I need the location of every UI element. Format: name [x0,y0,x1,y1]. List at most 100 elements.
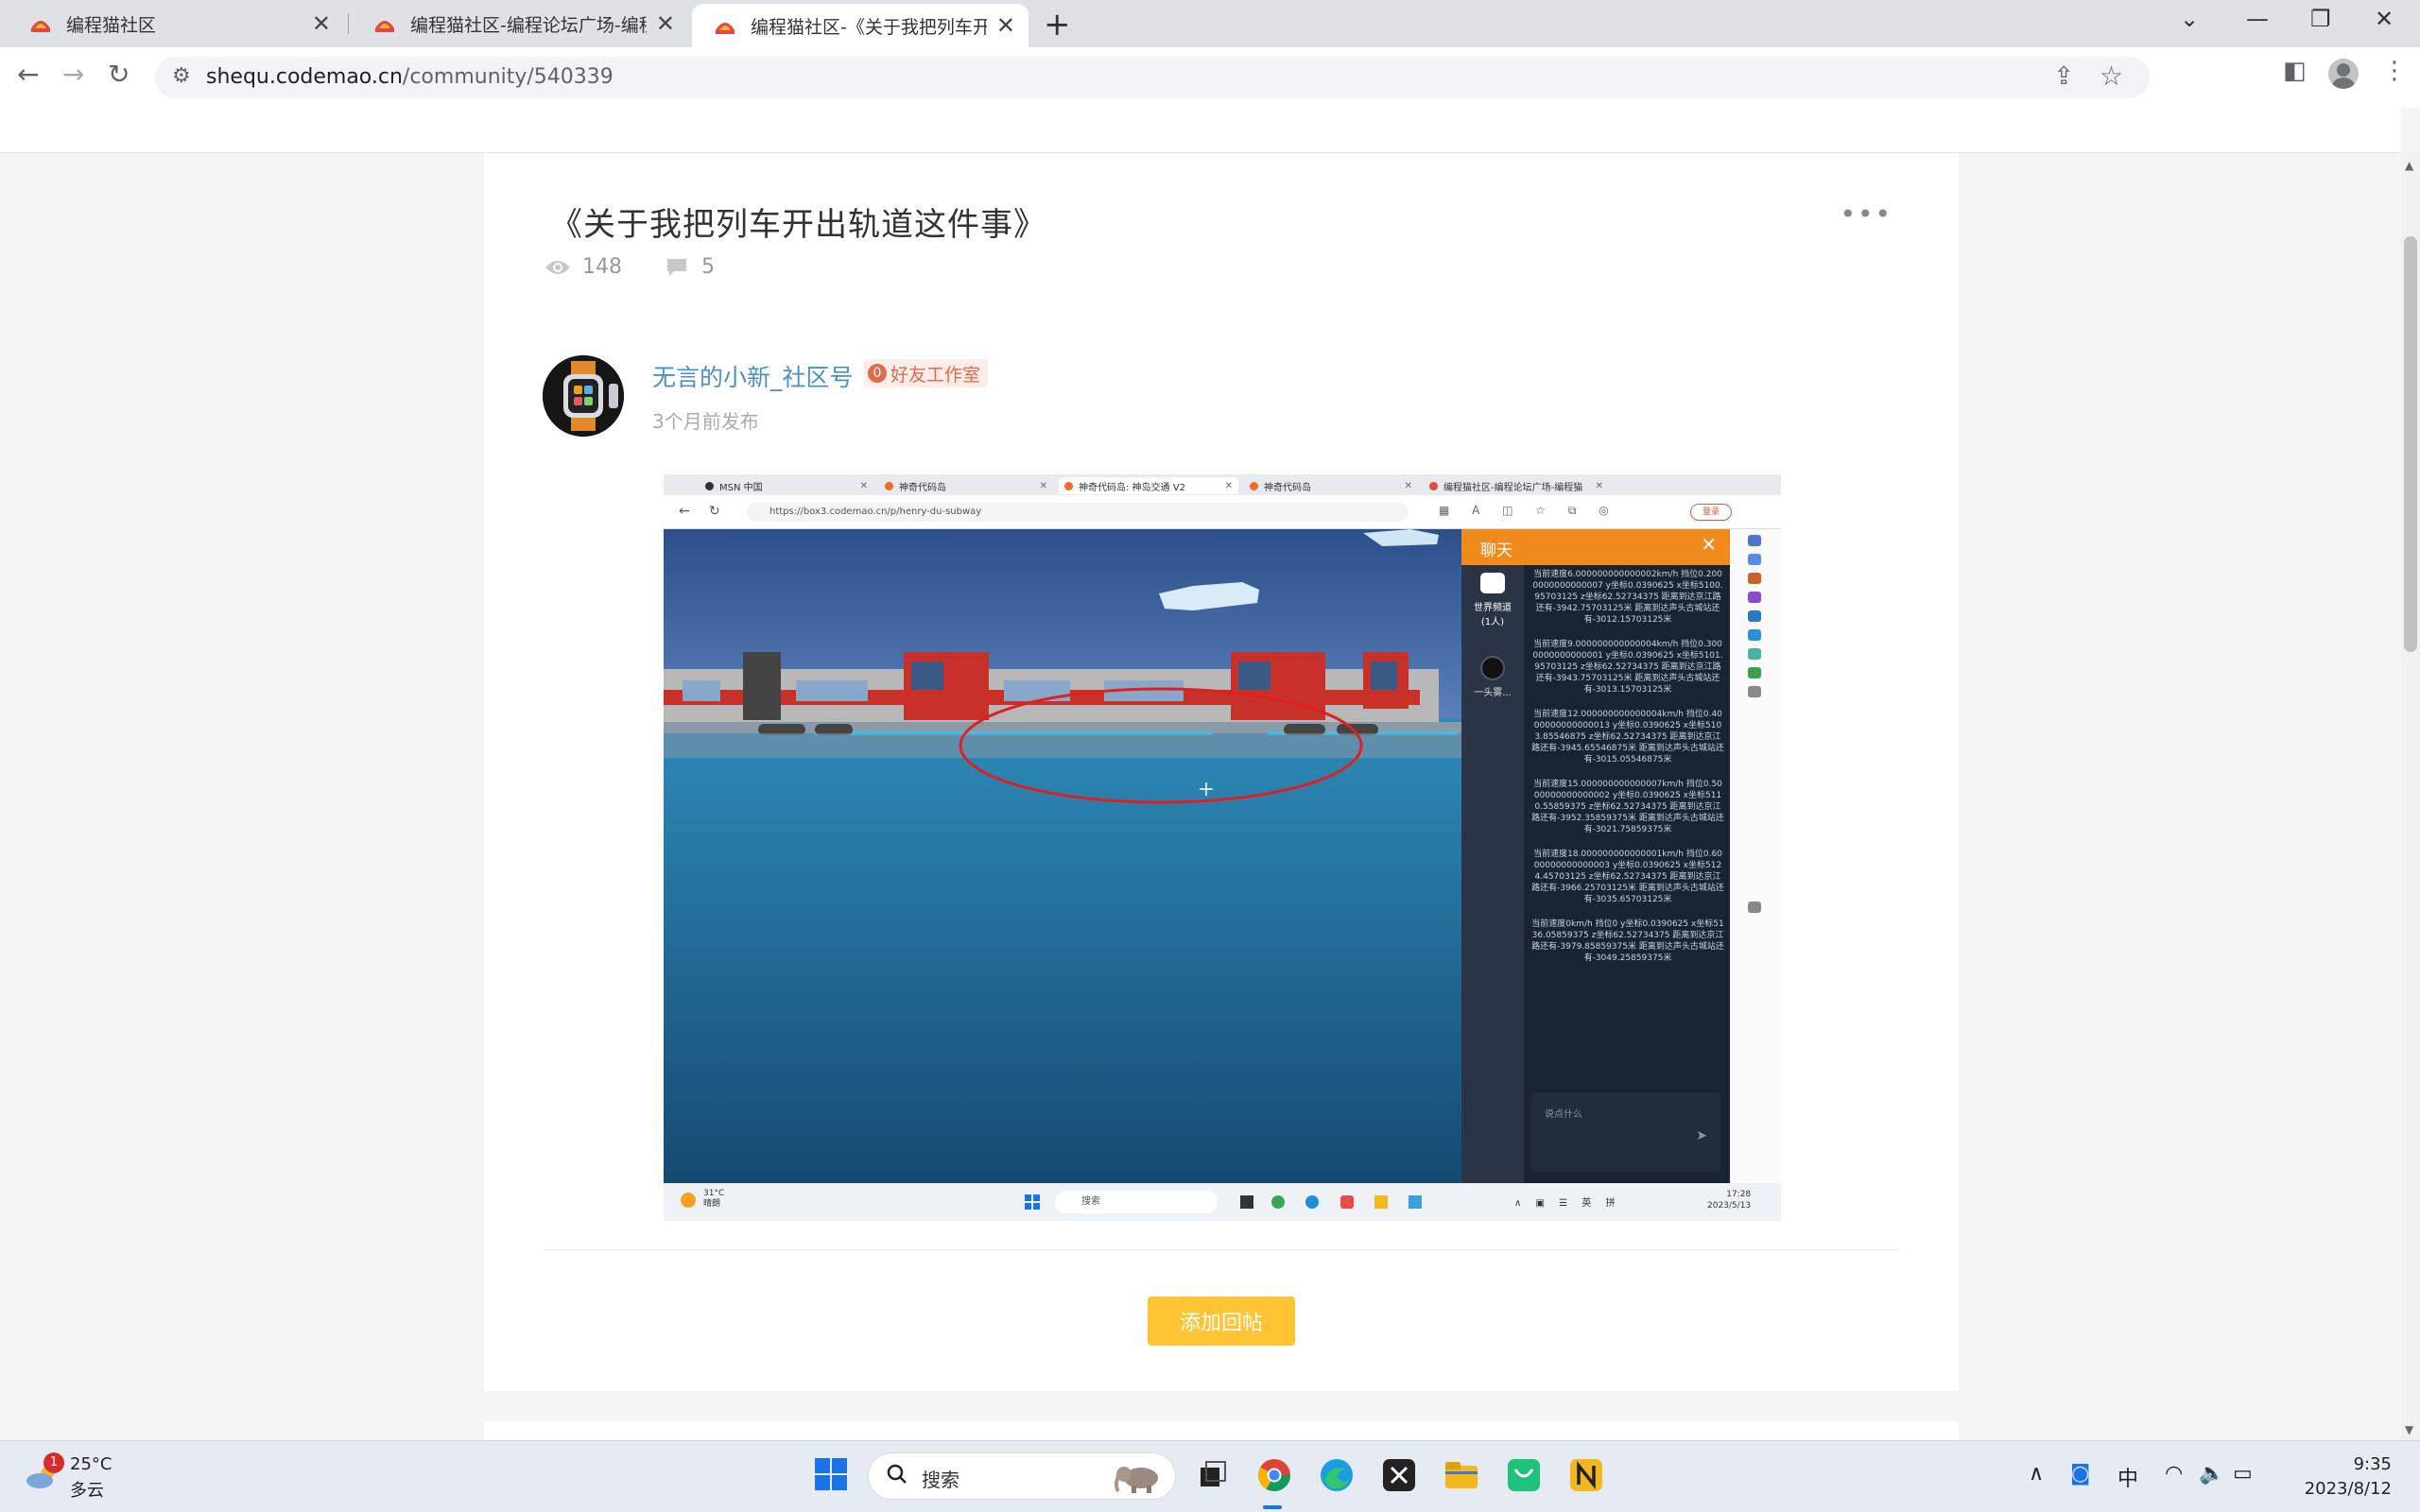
black-app-icon[interactable] [1380,1456,1418,1494]
chat-message: 当前速度18.000000000000001km/h 挡位0.600000000… [1531,850,1724,904]
chat-message: 当前速度15.000000000000007km/h 挡位0.500000000… [1531,780,1724,834]
new-tab-plus-icon[interactable]: + [1044,6,1071,43]
back-arrow-icon[interactable]: ← [17,59,39,90]
shot-chat-panel: 聊天 ✕ 世界频道 (1人) 一头雾... 当前速度6.000000000000… [1461,529,1730,1183]
chat-user: 一头雾... [1461,656,1524,698]
chat-channel-list: 世界频道 (1人) 一头雾... [1461,565,1524,1183]
close-icon: ✕ [859,480,868,491]
shot-weather: 31°C 晴朗 [703,1189,724,1210]
shot-clock: 17:28 2023/5/13 [1707,1189,1751,1211]
author-avatar[interactable] [543,355,624,437]
tray-overflow-chevron-icon[interactable]: ∧ [2029,1462,2044,1486]
shot-tab: MSN 中国 ✕ [700,477,873,494]
msn-icon [705,481,714,490]
bookmark-star-icon[interactable]: ☆ [2100,60,2123,92]
codemao-favicon-icon [375,21,394,32]
tray-app-icon[interactable]: ◙ [2070,1462,2090,1486]
windows-start-button[interactable] [815,1458,849,1492]
chrome-icon[interactable] [1255,1456,1293,1494]
shot-tab-title: 神奇代码岛 [1264,482,1311,493]
taskbar-search-label: 搜索 [922,1469,959,1491]
next-card [484,1421,1959,1440]
n-app-icon[interactable] [1567,1456,1605,1494]
scroll-down-arrow-icon[interactable]: ▼ [2405,1423,2413,1436]
profile-avatar-icon[interactable] [2328,59,2359,89]
post-screenshot-image[interactable]: MSN 中国 ✕ 神奇代码岛 ✕ 神奇代码岛: 神岛交通 V2 ✕ 神奇代码岛 ✕ 编程… [664,474,1781,1221]
add-reply-button[interactable]: 添加回帖 [1148,1297,1295,1346]
wifi-icon[interactable]: ◠ [2165,1462,2183,1486]
task-view-icon[interactable] [1193,1456,1231,1494]
send-icon [1748,648,1761,660]
chat-header: 聊天 ✕ [1461,529,1730,565]
shot-tab-active: 神奇代码岛: 神岛交通 V2 ✕ [1059,477,1238,494]
shot-url: https://box3.codemao.cn/p/henry-du-subwa… [747,503,1409,522]
shot-time: 17:28 [1726,1190,1752,1199]
site-info-icon[interactable]: ⚙ [172,64,191,88]
windows-start-icon [1025,1194,1040,1210]
scroll-up-arrow-icon[interactable]: ▲ [2405,159,2413,172]
tag-icon [1748,554,1761,565]
minimize-icon[interactable]: — [2246,6,2269,32]
close-icon: ✕ [1595,480,1603,491]
studio-badge[interactable]: 0 好友工作室 [864,359,989,387]
globe-icon [1748,610,1761,622]
shot-tab-title: 编程猫社区-编程论坛广场-编程猫 [1443,482,1583,493]
taskbar-clock[interactable]: 9:35 2023/8/12 [2269,1452,2392,1502]
page-scrollbar[interactable]: ▲ ▼ [2401,151,2420,1440]
share-icon[interactable]: ⇪ [2053,62,2074,91]
settings-gear-icon [1748,902,1761,913]
shot-tab-title: 神奇代码岛 [899,482,946,493]
tab-forum-square[interactable]: 编程猫社区-编程论坛广场-编程猫 ✕ [352,0,688,47]
tab-codemao-community[interactable]: 编程猫社区 ✕ [8,0,344,47]
shot-ime: 英 拼 [1582,1198,1621,1209]
weather-notification-badge: 1 [43,1452,64,1473]
channel-name: 世界频道 [1474,603,1512,613]
comment-count: 5 [701,255,715,279]
close-icon[interactable]: ✕ [996,12,1015,39]
tab-search-chevron-icon[interactable]: ⌄ [2180,6,2199,32]
window-close-icon[interactable]: ✕ [2375,6,2394,32]
reload-icon[interactable]: ↻ [108,59,130,90]
search-icon [887,1464,907,1484]
restore-icon[interactable]: ❐ [2310,6,2331,32]
taskbar-search-box[interactable]: 搜索 [868,1452,1176,1500]
world-channel: 世界频道 (1人) [1461,573,1524,627]
author-name-link[interactable]: 无言的小新_社区号 [652,359,854,393]
chat-message: 当前速度9.000000000000004km/h 挡位0.3000000000… [1532,640,1723,695]
close-icon[interactable]: ✕ [656,10,675,37]
shot-tab-title: 神奇代码岛: 神岛交通 V2 [1079,482,1185,493]
ime-indicator[interactable]: 中 [2118,1462,2138,1492]
shot-tab: 神奇代码岛 ✕ [879,477,1053,494]
tab-title: 编程猫社区-《关于我把列车开出 [751,16,987,38]
forward-arrow-icon[interactable]: → [62,59,84,90]
codemao-favicon-icon [31,21,50,32]
speaker-muted-icon[interactable]: 🔈 [2199,1462,2224,1486]
green-app-icon[interactable] [1505,1456,1543,1494]
weather-temp: 25°C [70,1454,112,1474]
more-options-icon[interactable]: ••• [1840,198,1893,230]
shot-search-label: 搜索 [1081,1196,1100,1207]
menu-kebab-icon[interactable]: ⋮ [2382,57,2407,85]
user-label: 一头雾... [1474,688,1512,698]
scrollbar-thumb[interactable] [2404,236,2417,652]
file-explorer-icon[interactable] [1443,1456,1480,1494]
shot-login-button: 登录 [1690,504,1732,521]
close-icon[interactable]: ✕ [312,10,331,37]
clock-time: 9:35 [2353,1454,2392,1474]
shot-date: 2023/5/13 [1707,1201,1752,1211]
back-arrow-icon: ← [679,504,690,519]
edge-icon[interactable] [1318,1456,1356,1494]
tab-current-post[interactable]: 编程猫社区-《关于我把列车开出 ✕ [692,4,1028,47]
shot-taskbar-search: 搜索 [1055,1191,1218,1213]
browser-toolbar: ← → ↻ ⚙ shequ.codemao.cn/community/54033… [0,47,2420,108]
channel-count: (1人) [1480,617,1505,627]
box3-icon [1250,481,1258,490]
url-path: /community/540339 [402,65,614,89]
address-bar[interactable]: ⚙ shequ.codemao.cn/community/540339 ⇪ ☆ [155,57,2150,98]
side-panel-icon[interactable]: ◧ [2283,57,2307,85]
battery-icon[interactable]: ▭ [2233,1462,2253,1486]
browser-tab-bar: 编程猫社区 ✕ 编程猫社区-编程论坛广场-编程猫 ✕ 编程猫社区-《关于我把列车… [0,0,2420,47]
shot-tab: 编程猫社区-编程论坛广场-编程猫 ✕ [1424,477,1609,494]
badge-number: 0 [868,364,887,383]
box3-icon [885,481,893,490]
